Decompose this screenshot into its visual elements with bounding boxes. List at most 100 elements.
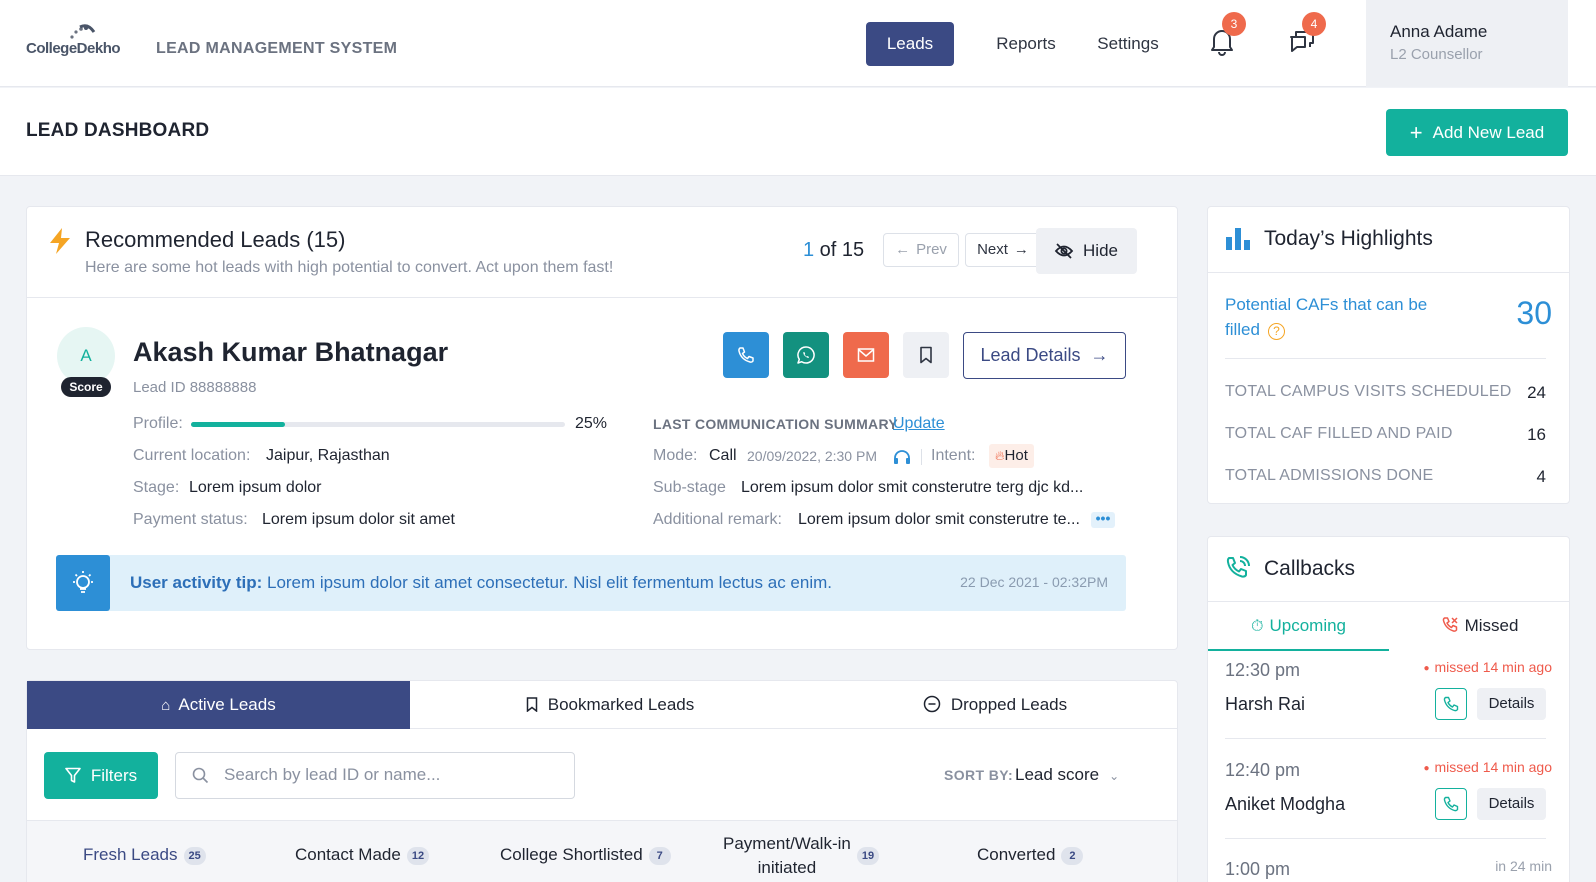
stage-filter-row: Fresh Leads 25 Contact Made 12 College Sho… [27, 820, 1177, 882]
leads-tabs: ⌂ Active Leads Bookmarked Leads Dropped L… [27, 681, 1177, 729]
activity-tip-banner: User activity tip: Lorem ipsum dolor sit… [56, 555, 1126, 611]
lead-name: Akash Kumar Bhatnagar [133, 337, 449, 367]
stage-contact-made[interactable]: Contact Made 12 [295, 845, 430, 865]
lead-id: Lead ID 88888888 [133, 379, 257, 396]
mail-icon [857, 348, 875, 362]
phone-icon [1443, 696, 1459, 712]
stage-converted[interactable]: Converted 2 [977, 845, 1084, 865]
stage-label: College Shortlisted [500, 845, 643, 864]
leads-list-card: ⌂ Active Leads Bookmarked Leads Dropped L… [26, 680, 1178, 882]
stage-count: 2 [1061, 846, 1084, 865]
pager-total: of 15 [814, 239, 865, 261]
search-input[interactable] [224, 763, 554, 787]
tab-upcoming[interactable]: ⏱︎ Upcoming [1208, 601, 1389, 651]
whatsapp-icon [797, 346, 815, 364]
user-name: Anna Adame [1390, 22, 1488, 41]
phone-icon [738, 347, 754, 363]
row-divider [1225, 838, 1546, 839]
tab-bookmarked-leads[interactable]: Bookmarked Leads [410, 681, 810, 729]
lightning-icon [50, 228, 70, 254]
prev-button[interactable]: ← Prev [883, 233, 959, 267]
user-profile[interactable]: Anna Adame L2 Counsellor [1366, 0, 1568, 87]
remark-value: Lorem ipsum dolor smit consterutre te... [798, 511, 1080, 528]
stage-label: Payment/Walk-in [723, 834, 851, 853]
callback-call-button[interactable] [1435, 688, 1467, 720]
tab-bookmarked-label: Bookmarked Leads [547, 695, 695, 714]
filters-button[interactable]: Filters [44, 752, 158, 799]
callback-status-text: missed 14 min ago [1434, 659, 1552, 675]
tab-dropped-leads[interactable]: Dropped Leads [810, 681, 1180, 729]
call-button[interactable] [723, 332, 769, 378]
bookmark-button[interactable] [903, 332, 949, 378]
notifications-button[interactable]: 3 [1208, 12, 1246, 62]
top-navbar: CollegeDekho LEAD MANAGEMENT SYSTEM Lead… [0, 0, 1596, 87]
stage-label: Converted [977, 845, 1056, 864]
home-icon: ⌂ [161, 697, 171, 714]
callback-status: ● missed 14 min ago [1423, 759, 1552, 775]
user-role: L2 Counsellor [1390, 46, 1483, 63]
page-header: LEAD DASHBOARD + Add New Lead [0, 88, 1596, 176]
mode-label: Mode: [653, 447, 698, 464]
callback-time: 12:30 pm [1225, 660, 1301, 680]
callback-status: in 24 min [1495, 858, 1552, 874]
email-button[interactable] [843, 332, 889, 378]
next-button[interactable]: Next → [965, 233, 1041, 267]
potential-cafs-label: Potential CAFs that can be filled? [1225, 292, 1445, 342]
mode-timestamp: 20/09/2022, 2:30 PM [747, 448, 877, 464]
phone-icon [1443, 796, 1459, 812]
brand-logo[interactable]: CollegeDekho [26, 24, 128, 62]
payment-value: Lorem ipsum dolor sit amet [262, 511, 455, 528]
add-new-lead-button[interactable]: + Add New Lead [1386, 109, 1568, 156]
missed-call-icon [1442, 617, 1458, 632]
add-lead-label: Add New Lead [1432, 123, 1545, 142]
sort-label: SORT BY: [944, 767, 1014, 783]
callback-call-button[interactable] [1435, 788, 1467, 820]
lead-details-button[interactable]: Lead Details → [963, 332, 1126, 379]
filters-label: Filters [90, 766, 138, 785]
whatsapp-button[interactable] [783, 332, 829, 378]
highlight-row: TOTAL CAF FILLED AND PAID 16 [1225, 425, 1546, 445]
sort-dropdown[interactable]: Lead score ⌄ [1015, 765, 1119, 785]
intent-label: Intent: [931, 447, 976, 464]
score-tag: Score [61, 377, 111, 397]
update-link[interactable]: Update [893, 415, 945, 433]
tab-active-leads[interactable]: ⌂ Active Leads [27, 681, 410, 729]
highlight-label: TOTAL CAMPUS VISITS SCHEDULED [1225, 383, 1512, 400]
nav-leads[interactable]: Leads [866, 22, 954, 66]
tab-missed[interactable]: Missed [1389, 601, 1569, 651]
pager-indicator: 1 of 15 [803, 239, 864, 262]
highlights-title: Today’s Highlights [1264, 227, 1433, 250]
stage-label: Fresh Leads [83, 845, 178, 864]
callback-details-button[interactable]: Details [1477, 688, 1546, 720]
profile-progress-fill [191, 422, 285, 427]
highlight-row: TOTAL CAMPUS VISITS SCHEDULED 24 [1225, 383, 1546, 403]
help-icon[interactable]: ? [1267, 323, 1285, 340]
callback-details-button[interactable]: Details [1477, 788, 1546, 820]
card-divider [1208, 272, 1569, 273]
substage-value: Lorem ipsum dolor smit consterutre terg … [741, 479, 1084, 496]
tip-text: User activity tip: Lorem ipsum dolor sit… [130, 573, 832, 593]
substage-label: Sub-stage [653, 479, 726, 496]
nav-reports[interactable]: Reports [985, 22, 1067, 66]
recommended-subtitle: Here are some hot leads with high potent… [85, 259, 614, 276]
tip-label: User activity tip: [130, 573, 263, 592]
stage-payment-walkin[interactable]: Payment/Walk-in initiated 19 [723, 832, 880, 880]
location-value: Jaipur, Rajasthan [266, 447, 390, 464]
callback-status: ● missed 14 min ago [1423, 659, 1552, 675]
more-remark-button[interactable]: ••• [1091, 511, 1115, 528]
stage-college-shortlisted[interactable]: College Shortlisted 7 [500, 845, 671, 865]
callbacks-card: Callbacks ⏱︎ Upcoming Missed 12:30 pm ● mi… [1207, 536, 1570, 882]
stage-count: 12 [406, 846, 430, 865]
sort-value: Lead score [1015, 765, 1100, 784]
nav-settings[interactable]: Settings [1088, 22, 1168, 66]
recommended-leads-card: Recommended Leads (15) Here are some hot… [26, 206, 1178, 650]
filter-icon [65, 767, 81, 783]
hide-button[interactable]: Hide [1036, 228, 1137, 274]
stage-label: Stage: [133, 479, 180, 496]
callback-status-text: missed 14 min ago [1434, 759, 1552, 775]
hide-label: Hide [1083, 241, 1118, 260]
tip-date: 22 Dec 2021 - 02:32PM [960, 574, 1108, 590]
messages-button[interactable]: 4 [1288, 12, 1326, 64]
stage-fresh-leads[interactable]: Fresh Leads 25 [83, 845, 206, 865]
prev-label: Prev [916, 241, 947, 258]
